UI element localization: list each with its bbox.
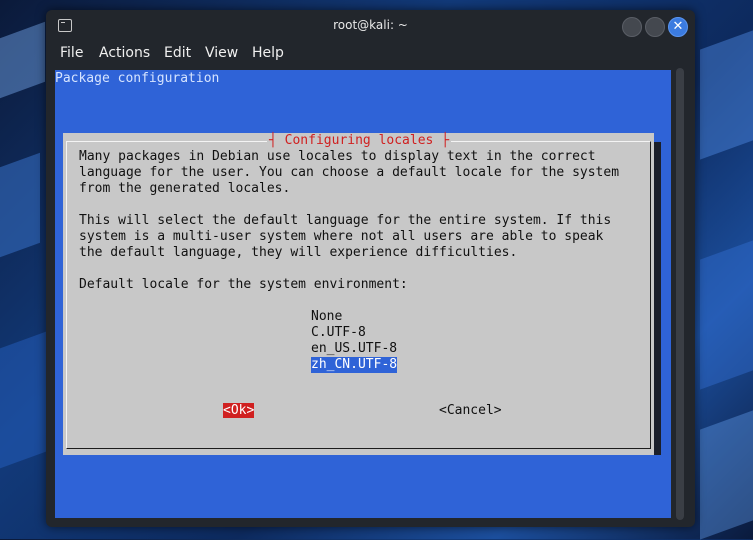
wallpaper-shard — [0, 331, 46, 469]
menu-help[interactable]: Help — [252, 45, 284, 61]
locale-dialog: ┤ Configuring locales ├ Many packages in… — [63, 133, 654, 455]
wallpaper-shard — [700, 30, 753, 160]
wallpaper-shard — [0, 21, 45, 99]
description-line: This will select the default language fo… — [79, 213, 612, 228]
description-line: Many packages in Debian use locales to d… — [79, 149, 596, 164]
cancel-button[interactable]: <Cancel> — [439, 403, 502, 418]
description-line: language for the user. You can choose a … — [79, 165, 620, 180]
dialog-title: ┤ Configuring locales ├ — [267, 133, 452, 148]
description-line: system is a multi-user system where not … — [79, 229, 604, 244]
locale-option[interactable]: None — [311, 309, 342, 325]
window-title: root@kali: ~ — [333, 18, 408, 32]
package-configuration-header: Package configuration — [55, 71, 220, 86]
close-button[interactable]: ✕ — [668, 17, 688, 37]
locale-option[interactable]: C.UTF-8 — [311, 325, 366, 341]
description-line: from the generated locales. — [79, 181, 291, 196]
description-line: the default language, they will experien… — [79, 245, 518, 260]
terminal-window: root@kali: ~ ✕ File Actions Edit View He… — [46, 10, 695, 527]
title-bar[interactable]: root@kali: ~ ✕ — [46, 10, 695, 42]
locale-option[interactable]: en_US.UTF-8 — [311, 341, 397, 357]
wallpaper-shard — [0, 152, 40, 258]
locale-prompt: Default locale for the system environmen… — [79, 277, 408, 292]
terminal-area[interactable]: Package configuration ┤ Configuring loca… — [55, 70, 671, 518]
ok-button[interactable]: <Ok> — [223, 403, 255, 418]
close-icon: ✕ — [672, 19, 684, 34]
wallpaper-shard — [700, 410, 753, 540]
menu-edit[interactable]: Edit — [164, 45, 191, 61]
wallpaper-shard — [700, 240, 753, 390]
minimize-button[interactable] — [622, 17, 642, 37]
menu-actions[interactable]: Actions — [99, 45, 150, 61]
scrollbar[interactable] — [676, 68, 684, 520]
maximize-button[interactable] — [645, 17, 665, 37]
locale-option-selected[interactable]: zh_CN.UTF-8 — [311, 357, 398, 373]
menu-file[interactable]: File — [60, 45, 83, 61]
menu-bar: File Actions Edit View Help — [46, 42, 695, 68]
menu-view[interactable]: View — [205, 45, 238, 61]
